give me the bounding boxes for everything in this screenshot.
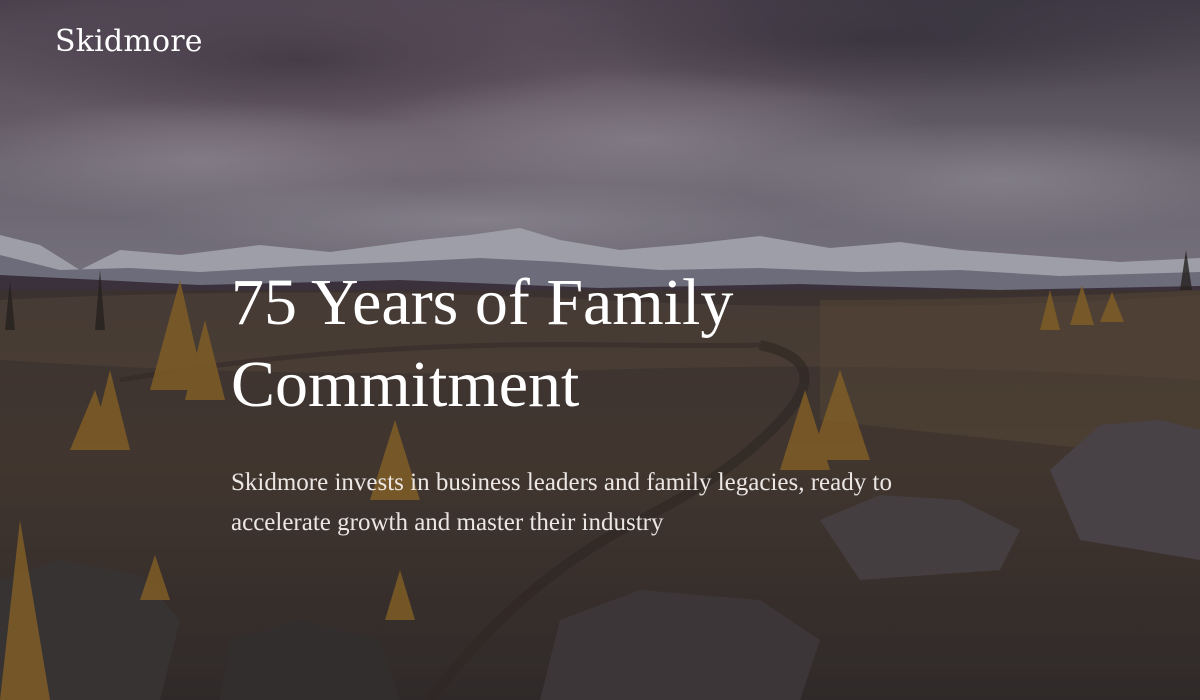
hero-section: Skidmore 75 Years of Family Commitment S… — [0, 0, 1200, 700]
hero-title: 75 Years of Family Commitment — [231, 266, 734, 421]
site-logo[interactable]: Skidmore — [55, 24, 203, 59]
hero-subtitle: Skidmore invests in business leaders and… — [231, 469, 892, 536]
